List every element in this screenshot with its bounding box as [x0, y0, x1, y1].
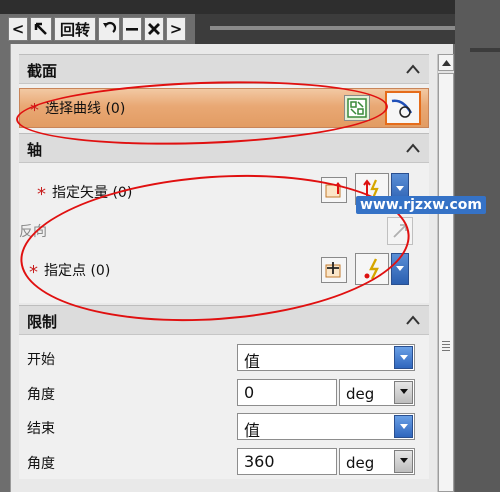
chevron-down-icon [396, 266, 404, 271]
chevron-down-icon[interactable] [394, 380, 413, 404]
return-button[interactable]: 回转 [54, 17, 97, 41]
section-header-axis[interactable]: 轴 [19, 133, 429, 163]
undo-icon [103, 21, 117, 33]
minimize-button[interactable] [122, 17, 143, 41]
reverse-row: 反向 [19, 211, 429, 249]
select-arrow-button[interactable] [30, 17, 52, 41]
workspace-line [470, 48, 500, 52]
start-angle-label: 角度 [27, 386, 55, 403]
required-star: * [29, 262, 38, 283]
grip-icon [442, 339, 450, 353]
vector-constructor-icon [325, 182, 341, 198]
chevron-down-icon[interactable] [394, 449, 413, 473]
specify-vector-label: 指定矢量 (0) [52, 185, 133, 201]
forward-button[interactable]: > [166, 17, 187, 41]
chevron-down-icon[interactable] [394, 346, 413, 369]
start-angle-input[interactable]: 0 [237, 378, 337, 406]
start-row: 开始 值 [19, 341, 429, 376]
specify-point-label: 指定点 (0) [44, 263, 111, 279]
dialog-scrollbar[interactable] [437, 54, 454, 492]
dialog-content: 截面 * 选择曲线 (0) 轴 * 指定矢量 (0) 反向 * 指定点 (0) … [19, 54, 429, 479]
point-dialog-button[interactable] [321, 257, 347, 283]
select-curve-row[interactable]: * 选择曲线 (0) [19, 88, 429, 128]
start-angle-unit[interactable]: deg [339, 378, 415, 406]
section-body-limits: 开始 值 角度 0 deg 结束 值 角度 360 deg [19, 335, 429, 479]
end-angle-input[interactable]: 360 [237, 447, 337, 475]
end-value: 值 [244, 421, 261, 440]
start-value: 值 [244, 352, 261, 371]
chevron-up-icon[interactable] [403, 139, 423, 157]
reverse-direction-icon [393, 224, 407, 238]
specify-point-row[interactable]: * 指定点 (0) [19, 251, 429, 289]
scroll-up-icon [441, 59, 451, 66]
inferred-point-icon [364, 258, 379, 280]
cursor-arrow-icon [34, 22, 47, 35]
title-strip [0, 0, 500, 14]
start-angle-row: 角度 0 deg [19, 376, 429, 411]
end-angle-label: 角度 [27, 455, 55, 472]
vector-dialog-button[interactable] [321, 177, 347, 203]
section-title: 轴 [27, 141, 43, 159]
end-row: 结束 值 [19, 410, 429, 445]
back-button[interactable]: < [8, 17, 28, 41]
revolve-dialog: 截面 * 选择曲线 (0) 轴 * 指定矢量 (0) 反向 * 指定点 (0) … [10, 44, 454, 492]
dialog-toolbar: < 回转 > [8, 17, 187, 43]
end-angle-row: 角度 360 deg [19, 445, 429, 480]
inferred-point-button[interactable] [355, 253, 389, 285]
required-star: * [37, 184, 46, 205]
minus-icon [126, 28, 139, 31]
required-star: * [30, 100, 39, 121]
close-icon [148, 23, 161, 35]
reverse-label: 反向 [19, 224, 47, 240]
curve-select-icon [391, 99, 413, 118]
point-constructor-icon [325, 262, 341, 278]
section-title: 限制 [27, 313, 58, 331]
section-body-section: * 选择曲线 (0) [19, 84, 429, 133]
section-header-limits[interactable]: 限制 [19, 305, 429, 335]
scrollbar-thumb[interactable] [438, 73, 454, 492]
section-body-axis: * 指定矢量 (0) 反向 * 指定点 (0) [19, 163, 429, 303]
section-header-section[interactable]: 截面 [19, 54, 429, 84]
reverse-direction-button[interactable] [387, 217, 413, 245]
curve-rule-icon [347, 98, 367, 118]
curve-rule-button[interactable] [344, 95, 370, 121]
end-label: 结束 [27, 421, 55, 437]
end-angle-unit[interactable]: deg [339, 447, 415, 475]
section-title: 截面 [27, 62, 58, 80]
close-button[interactable] [144, 17, 165, 41]
workspace-right [455, 0, 500, 492]
start-select[interactable]: 值 [237, 344, 415, 371]
chevron-down-icon [396, 186, 404, 191]
end-select[interactable]: 值 [237, 413, 415, 440]
start-label: 开始 [27, 352, 55, 368]
select-curve-label: 选择曲线 (0) [45, 101, 126, 117]
chevron-up-icon[interactable] [403, 311, 423, 329]
select-curve-button[interactable] [385, 91, 421, 125]
chevron-down-icon[interactable] [394, 415, 413, 438]
chevron-up-icon[interactable] [403, 60, 423, 78]
scroll-up-button[interactable] [438, 54, 454, 71]
undo-button[interactable] [98, 17, 121, 41]
point-options-dropdown[interactable] [391, 253, 409, 285]
watermark: www.rjzxw.com [356, 196, 486, 214]
